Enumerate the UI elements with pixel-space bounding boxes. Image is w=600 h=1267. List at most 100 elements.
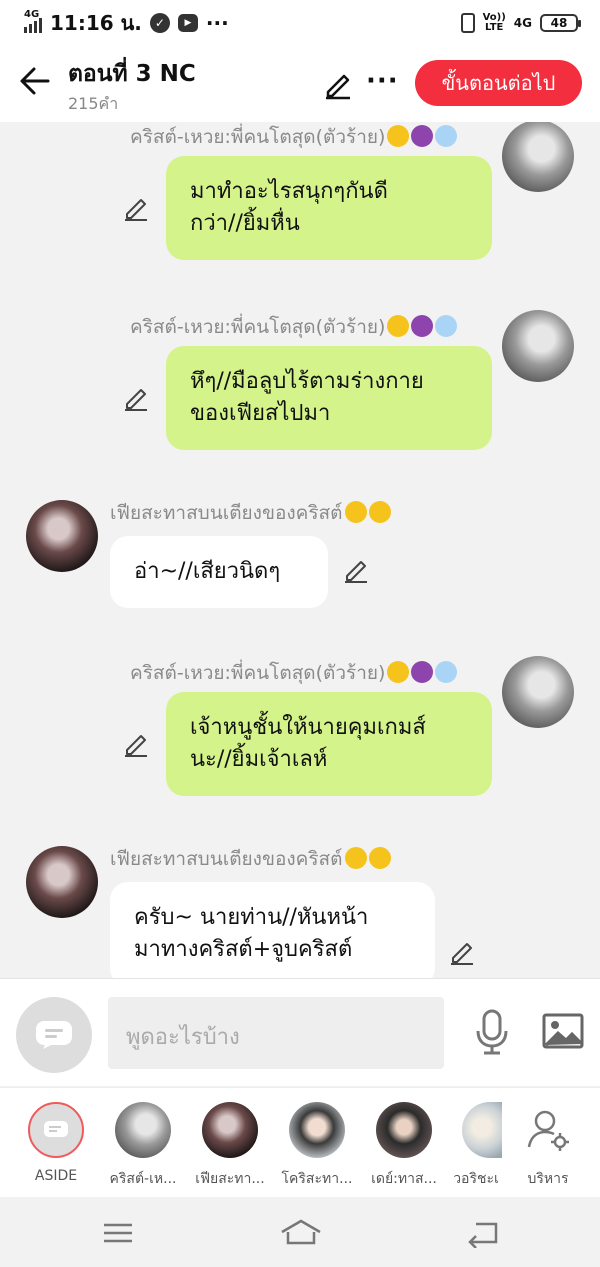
smile-emoji-icon: [387, 125, 410, 147]
image-icon[interactable]: [542, 1013, 584, 1049]
edit-message-icon[interactable]: [122, 194, 150, 222]
youtube-icon: ▶: [177, 14, 198, 32]
character-label: บริหาร: [527, 1171, 569, 1187]
chat-bubble-icon: [36, 1021, 72, 1049]
word-count: 215คำ: [68, 94, 119, 113]
character-christ[interactable]: คริสต์-เห...: [103, 1102, 183, 1190]
microphone-icon[interactable]: [474, 1009, 510, 1055]
devil-emoji-icon: [411, 315, 434, 337]
devil-emoji-icon: [411, 125, 434, 147]
signal-icon: 4G: [24, 9, 42, 33]
avatar-fias[interactable]: [26, 846, 98, 918]
edit-pencil-icon[interactable]: [322, 68, 354, 100]
character-name: คริสต์-เหวย:พี่คนโตสุด(ตัวร้าย): [130, 122, 458, 152]
character-koris[interactable]: โคริสะทา...: [277, 1102, 357, 1190]
back-arrow-icon[interactable]: [18, 64, 52, 98]
message-bubble[interactable]: ครับ~ นายท่าน//หันหน้า มาทางคริสต์+จูบคร…: [110, 882, 435, 978]
message-bubble[interactable]: อ่า~//เสียวนิดๆ: [110, 536, 328, 608]
avatar-christ[interactable]: [502, 310, 574, 382]
battery-level: 48: [550, 16, 568, 30]
unamused-emoji-icon: [368, 847, 391, 869]
chat-editor-screen: 4G 11:16 น. ✓ ▶ ··· Vo)) LTE 4G 48 ตอนที…: [0, 0, 600, 1267]
avatar-christ[interactable]: [502, 122, 574, 192]
more-options-icon[interactable]: ···: [366, 66, 399, 96]
character-name-text: คริสต์-เหวย:พี่คนโตสุด(ตัวร้าย): [130, 126, 386, 148]
avatar: [289, 1102, 345, 1158]
aside-avatar: [28, 1102, 84, 1158]
message-line: กว่า//ยิ้มหื่น: [190, 211, 300, 236]
avatar-christ[interactable]: [502, 656, 574, 728]
home-icon[interactable]: [280, 1218, 322, 1248]
character-name: เฟียสะทาสบนเตียงของคริสต์: [110, 498, 391, 528]
character-day[interactable]: เดย์:ทาส...: [364, 1102, 444, 1190]
volte-indicator: Vo)) LTE: [483, 13, 506, 33]
chat-bubble-icon: [44, 1121, 68, 1137]
edit-message-icon[interactable]: [122, 384, 150, 412]
smile-emoji-icon: [387, 315, 410, 337]
character-label: โคริสะทา...: [281, 1171, 353, 1187]
status-bar: 4G 11:16 น. ✓ ▶ ··· Vo)) LTE 4G 48: [0, 0, 600, 46]
character-name-text: เฟียสะทาสบนเตียงของคริสต์: [110, 848, 343, 870]
snowflake-emoji-icon: [435, 315, 458, 337]
edit-message-icon[interactable]: [448, 938, 476, 966]
character-name-text: คริสต์-เหวย:พี่คนโตสุด(ตัวร้าย): [130, 662, 386, 684]
avatar: [462, 1102, 502, 1158]
character-label: ASIDE: [34, 1168, 78, 1184]
message-bubble[interactable]: เจ้าหนูชั้นให้นายคุมเกมส์ นะ//ยิ้มเจ้าเล…: [166, 692, 492, 796]
snowflake-emoji-icon: [435, 125, 458, 147]
character-label: เฟียสะทา...: [195, 1171, 265, 1187]
aside-toggle-button[interactable]: [16, 997, 92, 1073]
avatar: [115, 1102, 171, 1158]
vibrate-icon: [460, 13, 475, 33]
character-label: คริสต์-เห...: [109, 1171, 177, 1187]
next-step-button[interactable]: ขั้นตอนต่อไป: [415, 60, 582, 106]
check-badge-icon: ✓: [149, 13, 170, 33]
avatar-fias[interactable]: [26, 500, 98, 572]
blush-emoji-icon: [344, 501, 367, 523]
back-nav-icon[interactable]: [466, 1218, 502, 1248]
character-label: เดย์:ทาส...: [371, 1171, 437, 1187]
message-input-bar: พูดอะไรบ้าง: [0, 978, 600, 1086]
message-line: นะ//ยิ้มเจ้าเลห์: [190, 747, 328, 772]
battery-icon: 48: [540, 14, 581, 32]
page-title: ตอนที่ 3 NC: [68, 61, 196, 87]
character-name: คริสต์-เหวย:พี่คนโตสุด(ตัวร้าย): [130, 312, 458, 342]
avatar: [202, 1102, 258, 1158]
snowflake-emoji-icon: [435, 661, 458, 683]
character-aside[interactable]: ASIDE: [16, 1102, 96, 1184]
message-bubble[interactable]: หึๆ//มือลูบไร้ตามร่างกาย ของเฟียสไปมา: [166, 346, 492, 450]
avatar: [376, 1102, 432, 1158]
message-line: หึๆ//มือลูบไร้ตามร่างกาย: [190, 369, 424, 394]
message-text-input[interactable]: พูดอะไรบ้าง: [108, 997, 444, 1069]
clock: 11:16 น.: [50, 11, 142, 35]
edit-message-icon[interactable]: [122, 730, 150, 758]
chat-area: คริสต์-เหวย:พี่คนโตสุด(ตัวร้าย) มาทำอะไร…: [0, 122, 600, 978]
manage-icon-wrap: [520, 1102, 576, 1158]
network-type-right: 4G: [513, 16, 532, 30]
message-line: ครับ~ นายท่าน//หันหน้า: [134, 905, 369, 930]
network-type: 4G: [24, 9, 40, 20]
character-label: วอริชะเ: [453, 1171, 499, 1187]
message-line: อ่า~//เสียวนิดๆ: [134, 559, 281, 584]
character-worich[interactable]: วอริชะเ: [446, 1102, 506, 1190]
smile-emoji-icon: [387, 661, 410, 683]
message-line: ของเฟียสไปมา: [190, 401, 331, 426]
message-line: มาทางคริสต์+จูบคริสต์: [134, 937, 353, 962]
message-line: มาทำอะไรสนุกๆกันดี: [190, 179, 388, 204]
blush-emoji-icon: [344, 847, 367, 869]
menu-icon[interactable]: [100, 1218, 136, 1248]
message-line: เจ้าหนูชั้นให้นายคุมเกมส์: [190, 715, 426, 740]
character-name: เฟียสะทาสบนเตียงของคริสต์: [110, 844, 391, 874]
header: ตอนที่ 3 NC 215คำ ··· ขั้นตอนต่อไป: [0, 46, 600, 122]
character-name-text: คริสต์-เหวย:พี่คนโตสุด(ตัวร้าย): [130, 316, 386, 338]
character-fias[interactable]: เฟียสะทา...: [190, 1102, 270, 1190]
edit-message-icon[interactable]: [342, 556, 370, 584]
character-name: คริสต์-เหวย:พี่คนโตสุด(ตัวร้าย): [130, 658, 458, 688]
manage-characters-button[interactable]: บริหาร: [508, 1102, 588, 1190]
message-bubble[interactable]: มาทำอะไรสนุกๆกันดี กว่า//ยิ้มหื่น: [166, 156, 492, 260]
user-settings-icon: [527, 1110, 569, 1151]
more-notifications: ···: [205, 11, 229, 35]
unamused-emoji-icon: [368, 501, 391, 523]
devil-emoji-icon: [411, 661, 434, 683]
character-name-text: เฟียสะทาสบนเตียงของคริสต์: [110, 502, 343, 524]
